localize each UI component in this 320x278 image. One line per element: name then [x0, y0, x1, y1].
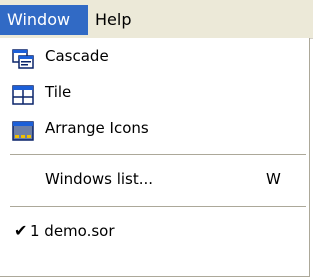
cascade-windows-icon: [12, 46, 34, 69]
app-window: Window Help Cascade Tile Arrange Icons W…: [0, 0, 313, 278]
menu-item-label: Windows list...: [45, 170, 154, 188]
menu-item-tile[interactable]: Tile: [0, 74, 309, 110]
menu-item-windows-list[interactable]: Windows list... W: [0, 161, 309, 197]
menu-item-label: Tile: [45, 83, 72, 101]
menu-bar: Window Help: [0, 0, 313, 39]
menu-separator: [10, 154, 306, 155]
menu-window[interactable]: Window: [0, 5, 88, 35]
menu-item-label: Arrange Icons: [45, 119, 149, 137]
arrange-icons-icon: [12, 118, 34, 141]
menu-item-cascade[interactable]: Cascade: [0, 38, 309, 74]
tile-windows-icon: [12, 82, 34, 105]
menu-item-arrange-icons[interactable]: Arrange Icons: [0, 110, 309, 146]
menu-separator: [10, 206, 306, 207]
menu-help[interactable]: Help: [88, 5, 138, 35]
menu-item-label: 1 demo.sor: [30, 222, 115, 240]
checkmark-icon: ✔: [14, 221, 28, 240]
menu-item-label: Cascade: [45, 47, 109, 65]
menu-item-open-window[interactable]: ✔ 1 demo.sor: [0, 213, 309, 249]
menu-item-shortcut: W: [266, 170, 281, 188]
window-menu-dropdown: Cascade Tile Arrange Icons Windows list.…: [0, 38, 310, 277]
